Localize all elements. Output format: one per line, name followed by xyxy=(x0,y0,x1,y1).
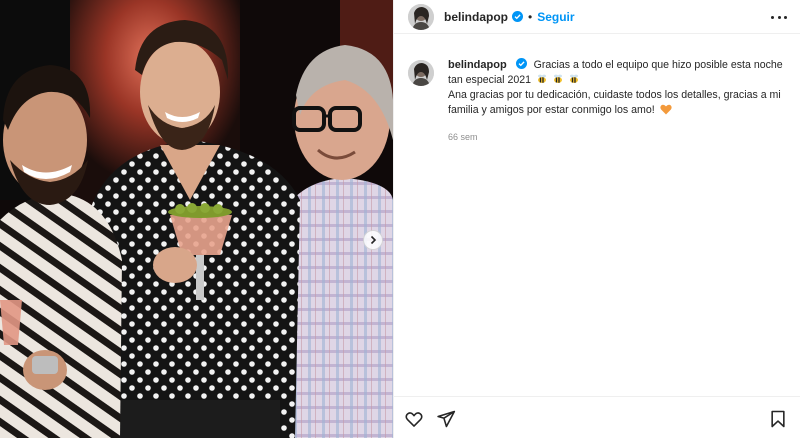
caption-avatar[interactable] xyxy=(408,60,434,86)
separator-dot: • xyxy=(528,9,533,24)
orange-heart-emoji-icon xyxy=(659,104,672,115)
action-bar xyxy=(394,396,800,438)
username[interactable]: belindapop xyxy=(444,10,508,24)
post-details-panel: belindapop • Seguir belindapop Gracias a… xyxy=(393,0,800,438)
follow-button[interactable]: Seguir xyxy=(537,10,574,24)
post-photo[interactable] xyxy=(0,0,393,438)
bee-emojis xyxy=(536,73,581,88)
bookmark-icon xyxy=(771,410,785,428)
more-options-icon[interactable] xyxy=(771,10,787,24)
caption-username[interactable]: belindapop xyxy=(448,59,507,71)
verified-badge-icon xyxy=(515,58,527,69)
verified-badge-icon xyxy=(512,11,523,22)
save-button[interactable] xyxy=(768,409,788,429)
bee-emoji-icon xyxy=(569,74,578,83)
avatar[interactable] xyxy=(408,3,434,30)
share-button[interactable] xyxy=(436,409,456,429)
bee-emoji-icon xyxy=(538,74,547,83)
chevron-right-icon xyxy=(370,235,377,245)
caption-line-2: Ana gracias por tu dedicación, cuidaste … xyxy=(448,89,781,116)
heart-outline-icon xyxy=(405,412,423,427)
paper-plane-icon xyxy=(437,410,456,428)
like-button[interactable] xyxy=(404,409,424,429)
carousel-next-button[interactable] xyxy=(363,230,383,250)
post-caption: belindapop Gracias a todo el equipo que … xyxy=(408,58,793,145)
bee-emoji-icon xyxy=(553,74,562,83)
post-timestamp[interactable]: 66 sem xyxy=(448,130,793,145)
instagram-post: belindapop • Seguir belindapop Gracias a… xyxy=(0,0,800,438)
post-header: belindapop • Seguir xyxy=(394,0,800,34)
caption-text-block: belindapop Gracias a todo el equipo que … xyxy=(448,58,793,145)
party-photo-three-men xyxy=(0,0,393,438)
